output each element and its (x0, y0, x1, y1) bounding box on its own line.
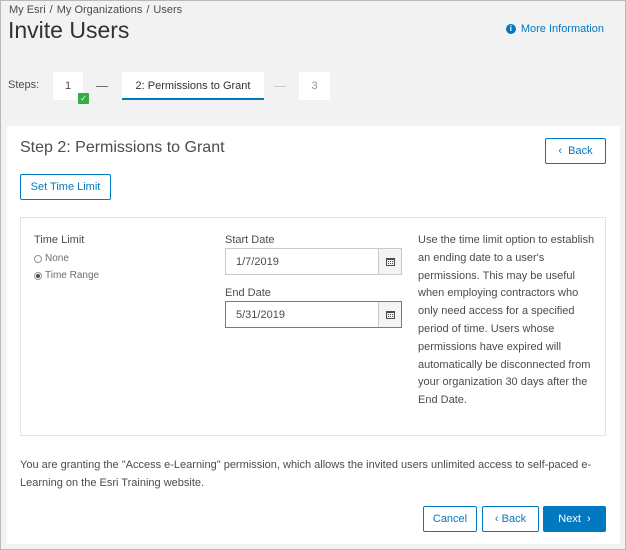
chevron-left-icon: ‹ (494, 513, 499, 525)
chevron-right-icon: › (587, 513, 591, 525)
permissions-panel: Step 2: Permissions to Grant ‹ Back Set … (7, 126, 620, 544)
back-button-bottom[interactable]: ‹ Back (482, 506, 539, 532)
breadcrumb-my-esri[interactable]: My Esri (9, 4, 46, 16)
back-label: Back (501, 513, 527, 525)
page-title: Invite Users (8, 17, 130, 43)
back-label: Back (568, 145, 593, 157)
radio-time-range[interactable] (34, 271, 42, 280)
more-information-label: More Information (520, 23, 604, 35)
step-1-label: 1 (64, 80, 72, 92)
breadcrumb-users[interactable]: Users (153, 4, 182, 16)
set-time-limit-button[interactable]: Set Time Limit (20, 174, 111, 200)
granting-permission-text: You are granting the "Access e-Learning"… (20, 459, 592, 489)
time-limit-label: Time Limit (34, 234, 85, 246)
breadcrumb: My Esri / My Organizations / Users (9, 4, 182, 16)
end-date-input[interactable]: 5/31/2019 (225, 301, 402, 328)
step-connector (96, 86, 108, 87)
info-icon: i (505, 24, 516, 34)
end-date-calendar-button[interactable] (378, 302, 401, 327)
step-connector (274, 86, 286, 87)
time-range-label: Time Range (45, 270, 100, 281)
checkmark-icon: ✓ (78, 93, 89, 104)
cancel-button[interactable]: Cancel (423, 506, 477, 532)
time-limit-box: Time Limit None Time Range Start Date 1/… (20, 217, 606, 436)
start-date-value: 1/7/2019 (236, 256, 279, 268)
next-button[interactable]: Next › (543, 506, 606, 532)
step-3-label: 3 (311, 80, 318, 92)
time-limit-range-option[interactable]: Time Range (34, 270, 99, 281)
start-date-calendar-button[interactable] (378, 249, 401, 274)
breadcrumb-my-organizations[interactable]: My Organizations (57, 4, 143, 16)
calendar-icon (385, 310, 395, 319)
step-1[interactable]: 1 ✓ (53, 72, 89, 104)
end-date-label: End Date (225, 287, 271, 299)
step-2-label: 2: Permissions to Grant (135, 80, 251, 92)
time-limit-none-option[interactable]: None (34, 253, 69, 264)
more-information-link[interactable]: i More Information (505, 23, 604, 35)
chevron-left-icon: ‹ (558, 145, 563, 157)
time-limit-help-text: Use the time limit option to establish a… (418, 234, 595, 407)
panel-title: Step 2: Permissions to Grant (20, 139, 225, 156)
start-date-input[interactable]: 1/7/2019 (225, 248, 402, 275)
radio-none[interactable] (34, 254, 42, 263)
steps-label: Steps: (8, 79, 40, 91)
back-button-top[interactable]: ‹ Back (545, 138, 606, 164)
none-label: None (45, 253, 69, 264)
breadcrumb-separator: / (49, 4, 53, 16)
step-2[interactable]: 2: Permissions to Grant (122, 72, 264, 100)
end-date-value: 5/31/2019 (236, 309, 285, 321)
start-date-label: Start Date (225, 234, 275, 246)
breadcrumb-separator: / (146, 4, 150, 16)
step-3[interactable]: 3 (299, 72, 330, 100)
calendar-icon (385, 257, 395, 266)
next-label: Next (558, 513, 581, 525)
